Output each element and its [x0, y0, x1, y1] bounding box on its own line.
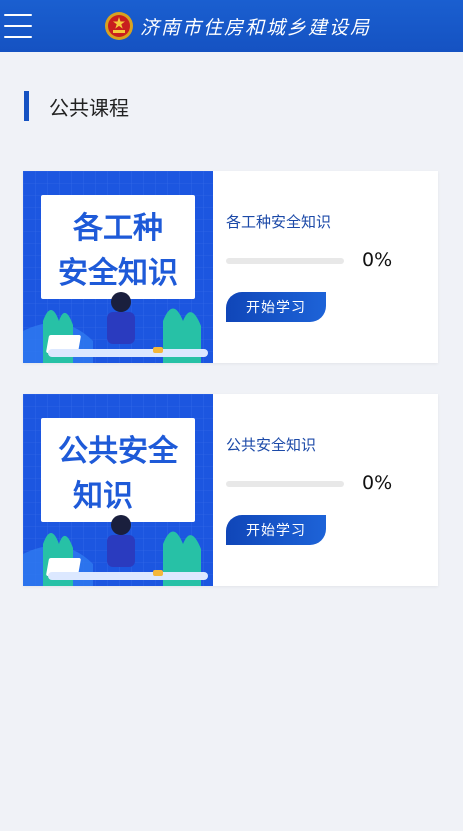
- start-learning-button[interactable]: 开始学习: [226, 292, 326, 322]
- course-info: 各工种安全知识 0% 开始学习: [226, 171, 438, 363]
- hamburger-menu-icon-bar: [4, 36, 32, 38]
- menu-button[interactable]: [4, 14, 34, 38]
- course-card[interactable]: 各工种 安全知识 各工种安全知识 0% 开始学习: [23, 171, 438, 363]
- national-emblem-icon: [105, 12, 133, 40]
- thumbnail-title-line: 各工种: [72, 211, 163, 246]
- progress-percent: 0%: [362, 472, 393, 494]
- app-header: 济南市住房和城乡建设局: [0, 0, 463, 52]
- course-card[interactable]: 公共安全 知识 公共安全知识 0% 开始学习: [23, 394, 438, 586]
- section-accent-bar: [24, 91, 29, 121]
- course-name[interactable]: 各工种安全知识: [226, 211, 331, 232]
- hamburger-menu-icon-bar: [4, 25, 32, 27]
- hamburger-menu-icon: [4, 14, 32, 16]
- thumbnail-title-line: 公共安全: [58, 434, 179, 469]
- course-name[interactable]: 公共安全知识: [226, 434, 316, 455]
- course-thumbnail-illustration: 各工种 安全知识: [23, 171, 213, 363]
- thumbnail-title-line: 安全知识: [58, 256, 178, 291]
- brand: 济南市住房和城乡建设局: [104, 10, 371, 42]
- thumbnail-title-line: 知识: [73, 479, 133, 514]
- brand-title: 济南市住房和城乡建设局: [140, 16, 372, 39]
- course-info: 公共安全知识 0% 开始学习: [226, 394, 438, 586]
- progress-bar: [226, 258, 344, 264]
- course-thumbnail: 各工种 安全知识: [23, 171, 213, 363]
- start-learning-button[interactable]: 开始学习: [226, 515, 326, 545]
- section-header: 公共课程: [24, 91, 129, 121]
- section-title: 公共课程: [49, 95, 129, 120]
- progress-percent: 0%: [362, 249, 393, 271]
- course-thumbnail: 公共安全 知识: [23, 394, 213, 586]
- course-thumbnail-illustration: 公共安全 知识: [23, 394, 213, 586]
- progress-bar: [226, 481, 344, 487]
